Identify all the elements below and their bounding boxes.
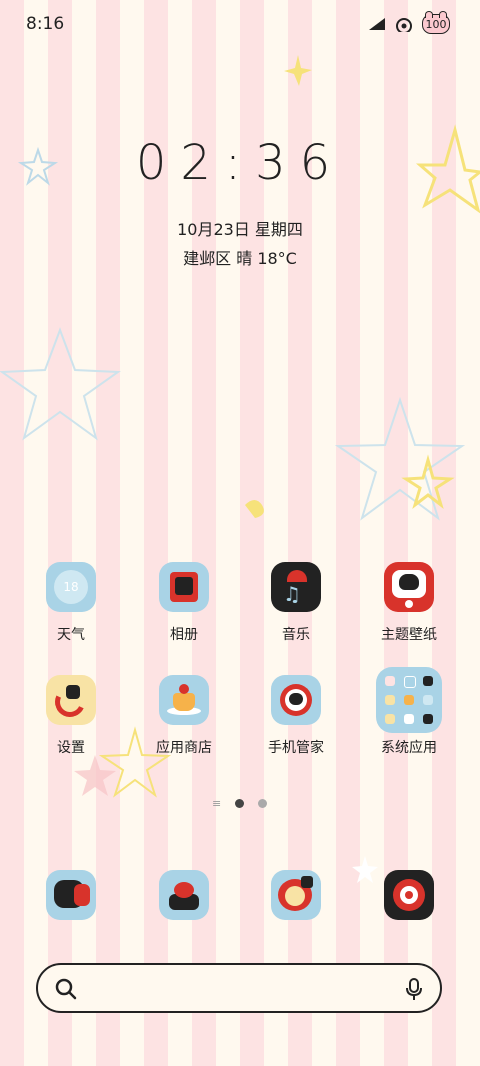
page-indicator[interactable]: ≡ xyxy=(212,797,268,810)
messages-icon xyxy=(159,870,209,920)
app-label: 手机管家 xyxy=(268,740,324,756)
app-label: 天气 xyxy=(57,627,85,643)
microphone-icon[interactable] xyxy=(404,977,424,1003)
browser-icon xyxy=(271,870,321,920)
security-icon xyxy=(271,675,321,725)
system-apps-folder-icon xyxy=(376,667,442,733)
clock-widget[interactable]: 02:36 xyxy=(0,135,480,191)
settings-icon xyxy=(46,675,96,725)
weather-icon: 18 xyxy=(46,562,96,612)
dock-messages[interactable] xyxy=(134,870,234,920)
search-icon[interactable] xyxy=(54,977,78,1001)
weather-text[interactable]: 建邺区 晴 18°C xyxy=(0,245,480,269)
wifi-icon xyxy=(396,18,412,32)
search-bar[interactable] xyxy=(36,963,442,1013)
app-label: 应用商店 xyxy=(156,740,212,756)
status-bar: 8:16 100 xyxy=(0,0,480,50)
dock-browser[interactable] xyxy=(246,870,346,920)
gallery-icon xyxy=(159,562,209,612)
app-settings[interactable]: 设置 xyxy=(21,675,121,757)
date-text: 10月23日 星期四 xyxy=(177,220,303,239)
page-dot-active xyxy=(235,799,245,808)
themes-icon xyxy=(384,562,434,612)
app-app-store[interactable]: 应用商店 xyxy=(134,675,234,757)
dock-camera[interactable] xyxy=(359,870,459,920)
app-label: 音乐 xyxy=(282,627,310,643)
app-label: 设置 xyxy=(57,740,85,756)
app-label: 主题壁纸 xyxy=(381,627,437,643)
app-label: 系统应用 xyxy=(381,740,437,756)
status-icons: 100 xyxy=(368,11,450,34)
app-weather[interactable]: 18 天气 xyxy=(21,562,121,644)
battery-icon: 100 xyxy=(422,11,450,34)
app-themes[interactable]: 主题壁纸 xyxy=(359,562,459,644)
app-store-icon xyxy=(159,675,209,725)
dock-phone[interactable] xyxy=(21,870,121,920)
app-label: 相册 xyxy=(170,627,198,643)
status-time: 8:16 xyxy=(26,14,65,34)
music-icon: ♫ xyxy=(271,562,321,612)
page-dot xyxy=(258,799,268,808)
app-security[interactable]: 手机管家 xyxy=(246,675,346,757)
app-folder-system-apps[interactable]: 系统应用 xyxy=(359,667,459,757)
camera-icon xyxy=(384,870,434,920)
app-music[interactable]: ♫ 音乐 xyxy=(246,562,346,644)
signal-icon xyxy=(369,18,385,30)
phone-icon xyxy=(46,870,96,920)
app-gallery[interactable]: 相册 xyxy=(134,562,234,644)
menu-lines-icon: ≡ xyxy=(212,797,222,810)
